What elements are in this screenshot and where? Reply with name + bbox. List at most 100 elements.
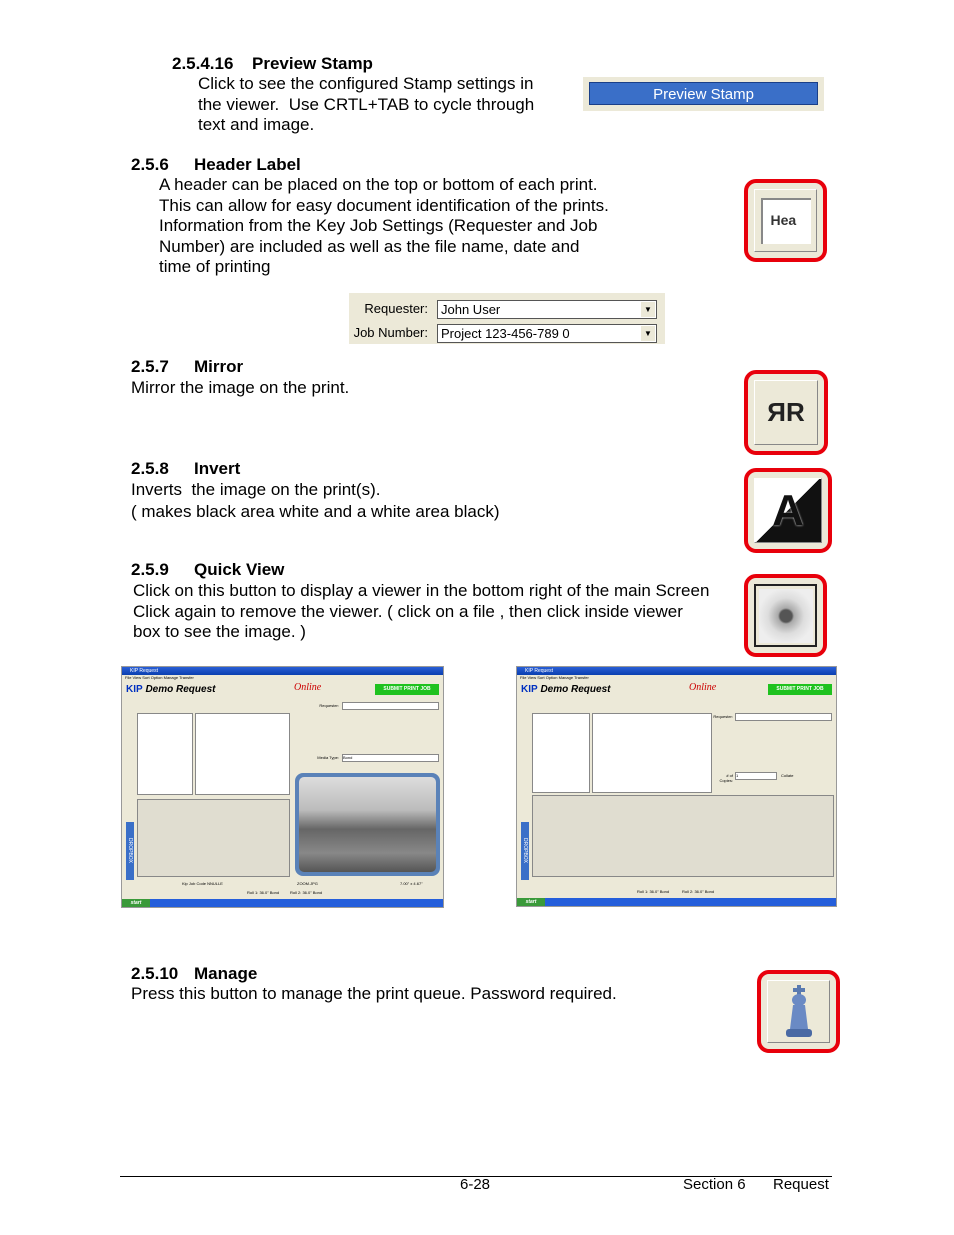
- preview-stamp-body: Click to see the configured Stamp settin…: [198, 74, 534, 136]
- header-page-icon: Hea: [760, 197, 811, 244]
- manage-button[interactable]: [757, 970, 840, 1053]
- body-line: box to see the image. ): [133, 622, 306, 641]
- requester-select[interactable]: John User ▼: [437, 300, 657, 319]
- section-title: Invert: [194, 459, 241, 478]
- body-line: text and image.: [198, 115, 315, 134]
- page-number: 6-28: [460, 1176, 491, 1193]
- invert-body: Inverts the image on the print(s). ( make…: [131, 480, 500, 522]
- window-title: KIP Request: [517, 667, 836, 675]
- online-indicator: Online: [294, 682, 322, 693]
- body-line: Click on this button to display a viewer…: [133, 581, 710, 600]
- body-line: Information from the Key Job Settings (R…: [159, 216, 598, 235]
- section-number: 2.5.8: [131, 459, 169, 478]
- body-line: ( makes black area white and a white are…: [131, 501, 500, 521]
- body-line: the viewer. Use CRTL+TAB to cycle throug…: [198, 94, 535, 114]
- quick-view-button[interactable]: [744, 574, 827, 657]
- selected-files[interactable]: [137, 799, 290, 877]
- section-title: Manage: [194, 964, 258, 983]
- copies-field[interactable]: 1: [735, 772, 777, 780]
- menu-bar: File View Sort Option Manage Transfer: [125, 675, 194, 680]
- field-label: Requester:: [319, 703, 339, 708]
- collate-checkbox[interactable]: Collate: [781, 773, 793, 778]
- roll-1-status: Roll 1: 36.0" Bond: [247, 890, 280, 895]
- field-label: # of Copies:: [719, 773, 733, 783]
- body-line: This can allow for easy document identif…: [159, 195, 609, 215]
- dropbox-button[interactable]: DROPBOX: [126, 822, 134, 880]
- viewer-file: ZOOM.JPG: [297, 881, 318, 886]
- mirror-body: Mirror the image on the print.: [131, 378, 349, 399]
- header-label-body: A header can be placed on the top or bot…: [159, 175, 609, 278]
- field-label: Media Type:: [317, 755, 339, 760]
- section-heading-preview-stamp: 2.5.4.16 Preview Stamp: [172, 54, 373, 74]
- brand-name: Demo Request: [145, 684, 216, 695]
- selected-files[interactable]: [532, 795, 834, 877]
- app-brand: KIP Demo Request: [126, 684, 215, 695]
- quick-viewer[interactable]: [295, 773, 440, 876]
- job-code-label: Kip Job Code: [182, 881, 207, 886]
- app-brand: KIP Demo Request: [521, 684, 610, 695]
- job-code-value: NNULLE: [207, 881, 223, 886]
- dropbox-button[interactable]: DROPBOX: [521, 822, 529, 880]
- requester-value: John User: [441, 302, 501, 317]
- mirror-button[interactable]: ЯR: [744, 370, 828, 455]
- footer-section: Section 6: [683, 1176, 746, 1193]
- body-line: Mirror the image on the print.: [131, 378, 350, 397]
- brand-kip: KIP: [126, 684, 143, 695]
- body-line: Press this button to manage the print qu…: [131, 984, 617, 1003]
- submit-print-job-button[interactable]: SUBMIT PRINT JOB: [768, 684, 832, 695]
- roll-2-status: Roll 2: 36.0" Bond: [290, 890, 323, 895]
- section-heading-header-label: 2.5.6 Header Label: [131, 155, 301, 175]
- start-button[interactable]: start: [517, 898, 545, 906]
- body-line: A header can be placed on the top or bot…: [159, 175, 598, 194]
- chevron-down-icon[interactable]: ▼: [641, 326, 655, 341]
- file-list[interactable]: [592, 713, 712, 793]
- screenshot-quick-view-off: KIP Request File View Sort Option Manage…: [516, 666, 837, 907]
- elephant-image: [299, 777, 436, 872]
- file-list[interactable]: [195, 713, 290, 795]
- section-heading-manage: 2.5.10 Manage: [131, 964, 257, 984]
- section-number: 2.5.10: [131, 964, 179, 983]
- invert-button[interactable]: A: [744, 468, 832, 553]
- brand-kip: KIP: [521, 684, 538, 695]
- job-code: Kip Job Code NNULLE: [182, 881, 223, 886]
- section-title: Preview Stamp: [252, 54, 373, 73]
- online-indicator: Online: [689, 682, 717, 693]
- header-label-button[interactable]: Hea: [744, 179, 827, 262]
- job-number-select[interactable]: Project 123-456-789 0 ▼: [437, 324, 657, 343]
- menu-bar: File View Sort Option Manage Transfer: [520, 675, 589, 680]
- section-number: 2.5.6: [131, 155, 169, 174]
- requester-field[interactable]: [342, 702, 439, 710]
- submit-print-job-button[interactable]: SUBMIT PRINT JOB: [375, 684, 439, 695]
- quick-view-body: Click on this button to display a viewer…: [133, 581, 709, 643]
- section-title: Mirror: [194, 357, 244, 376]
- key-job-settings-panel: Requester: John User ▼ Job Number: Projec…: [349, 293, 665, 344]
- body-line: Click again to remove the viewer. ( clic…: [133, 601, 683, 621]
- section-heading-invert: 2.5.8 Invert: [131, 459, 240, 479]
- section-heading-mirror: 2.5.7 Mirror: [131, 357, 243, 377]
- chess-king-icon: [785, 984, 812, 1037]
- eye-icon: [758, 588, 813, 643]
- manage-body: Press this button to manage the print qu…: [131, 984, 617, 1005]
- body-line: Number) are included as well as the file…: [159, 236, 580, 256]
- media-type-field[interactable]: Bond: [342, 754, 439, 762]
- job-number-label: Job Number:: [353, 325, 428, 340]
- header-icon-text: Hea: [770, 211, 797, 228]
- job-number-value: Project 123-456-789 0: [441, 326, 570, 341]
- body-line: Inverts the image on the print(s).: [131, 480, 381, 499]
- mirror-icon: ЯR: [767, 397, 805, 427]
- section-heading-quick-view: 2.5.9 Quick View: [131, 560, 284, 580]
- folder-tree[interactable]: [137, 713, 193, 795]
- chevron-down-icon[interactable]: ▼: [641, 302, 655, 317]
- section-number: 2.5.7: [131, 357, 169, 376]
- invert-icon: A: [772, 485, 804, 535]
- section-number: 2.5.9: [131, 560, 169, 579]
- section-title: Header Label: [194, 155, 301, 174]
- preview-stamp-button[interactable]: Preview Stamp: [589, 82, 818, 105]
- start-button[interactable]: start: [122, 899, 150, 907]
- field-label: Requester:: [713, 714, 733, 719]
- document-page: 2.5.4.16 Preview Stamp Click to see the c…: [0, 0, 954, 1235]
- folder-tree[interactable]: [532, 713, 590, 793]
- taskbar: [122, 899, 443, 907]
- footer-chapter: Request: [773, 1176, 829, 1193]
- requester-field[interactable]: [735, 713, 832, 721]
